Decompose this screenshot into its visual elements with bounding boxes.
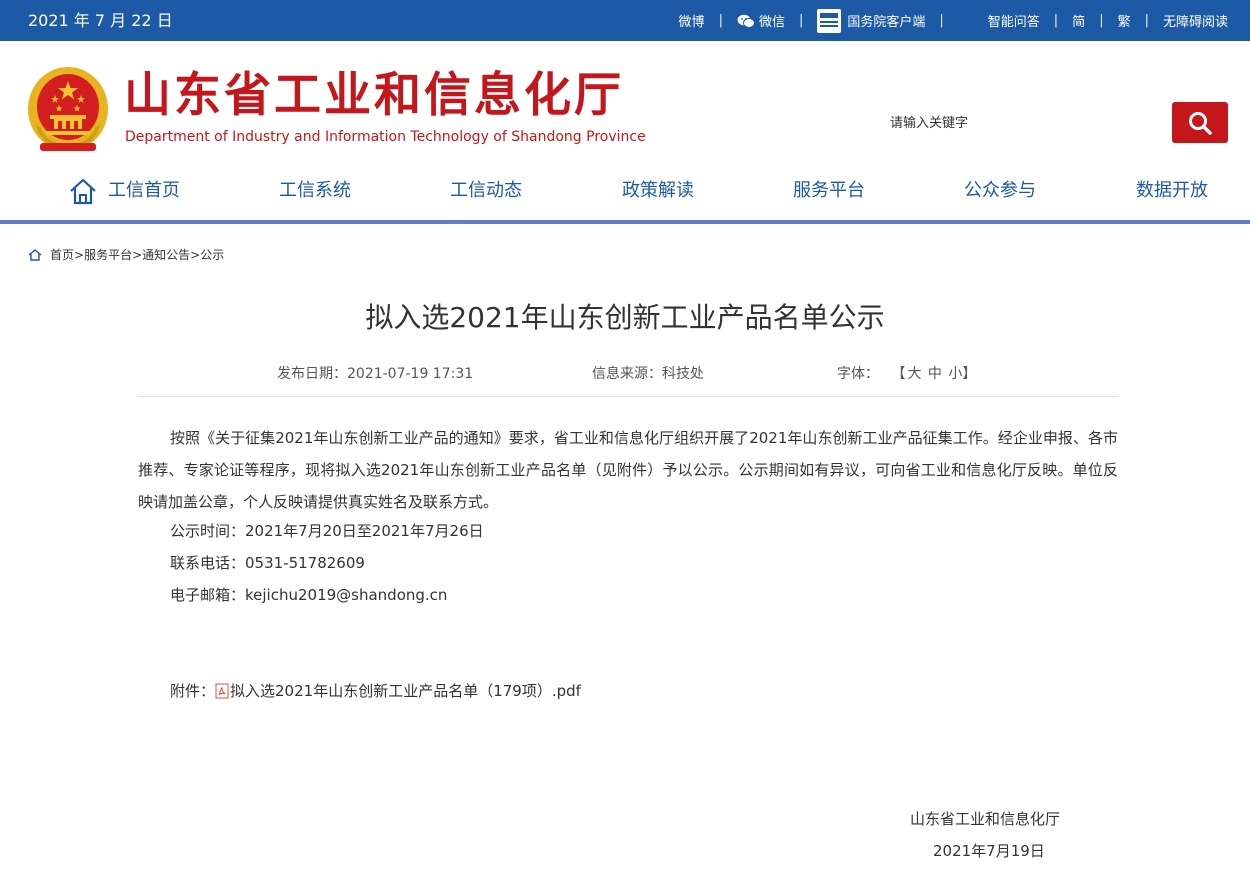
breadcrumb-home[interactable]: 首页 xyxy=(50,246,74,263)
top-links: 微博 | 微信 | 国务院客户端 | 智能问答 | 简 | 繁 | 无障碍阅读 xyxy=(679,0,1228,41)
bracket-open: 【 xyxy=(891,366,906,382)
bracket-close: 】 xyxy=(962,366,977,382)
smart-qa-link[interactable]: 智能问答 xyxy=(988,11,1040,30)
nav-label: 工信首页 xyxy=(108,180,180,201)
breadcrumb-separator: > xyxy=(132,247,143,262)
breadcrumb-service[interactable]: 服务平台 xyxy=(84,246,132,263)
nav-item-policy[interactable]: 政策解读 xyxy=(622,171,694,211)
separator: | xyxy=(1144,13,1149,28)
nav-item-data[interactable]: 数据开放 xyxy=(1136,171,1208,211)
weibo-link[interactable]: 微博 xyxy=(679,11,705,30)
font-size-label: 字体： xyxy=(837,366,879,382)
gov-client-label: 国务院客户端 xyxy=(847,15,926,30)
source-value: 科技处 xyxy=(662,366,704,382)
simplified-link[interactable]: 简 xyxy=(1072,11,1085,30)
breadcrumb-notices[interactable]: 通知公告 xyxy=(142,246,190,263)
accessible-link[interactable]: 无障碍阅读 xyxy=(1163,11,1228,30)
font-medium-button[interactable]: 中 xyxy=(928,366,942,382)
search-icon xyxy=(1189,112,1212,135)
publish-date-value: 2021-07-19 17:31 xyxy=(347,366,474,382)
publicity-period: 公示时间：2021年7月20日至2021年7月26日 xyxy=(170,522,484,540)
pdf-icon xyxy=(215,683,229,698)
top-bar: 2021 年 7 月 22 日 微博 | 微信 | 国务院客户端 | 智能问答 … xyxy=(0,0,1250,41)
site-subtitle: Department of Industry and Information T… xyxy=(125,129,646,145)
current-date: 2021 年 7 月 22 日 xyxy=(28,11,173,30)
meta-divider xyxy=(138,396,1118,397)
font-small-button[interactable]: 小 xyxy=(948,366,962,382)
search-box xyxy=(880,103,1170,143)
nav-item-home[interactable]: 工信首页 xyxy=(70,171,180,211)
gov-client-link[interactable]: 国务院客户端 xyxy=(817,8,926,33)
nav-item-system[interactable]: 工信系统 xyxy=(279,171,351,211)
breadcrumb: 首页 > 服务平台 > 通知公告 > 公示 xyxy=(28,246,224,263)
gov-client-icon xyxy=(817,8,842,33)
contact-email: 电子邮箱：kejichu2019@shandong.cn xyxy=(170,586,448,604)
breadcrumb-separator: > xyxy=(190,247,201,262)
wechat-icon xyxy=(737,14,755,28)
signature-date: 2021年7月19日 xyxy=(933,842,1045,860)
search-button[interactable] xyxy=(1172,102,1228,143)
separator: | xyxy=(718,13,723,28)
article-body: 按照《关于征集2021年山东创新工业产品的通知》要求，省工业和信息化厅组织开展了… xyxy=(138,429,1118,511)
site-title: 山东省工业和信息化厅 xyxy=(124,68,624,123)
wechat-label: 微信 xyxy=(758,15,785,30)
font-large-button[interactable]: 大 xyxy=(907,366,921,382)
attachment: 附件： 拟入选2021年山东创新工业产品名单（179项）.pdf xyxy=(170,680,581,701)
nav-item-news[interactable]: 工信动态 xyxy=(450,171,522,211)
main-nav: 工信首页 工信系统 工信动态 政策解读 服务平台 公众参与 数据开放 xyxy=(0,171,1250,211)
info-source: 信息来源：科技处 xyxy=(592,363,704,383)
article-title: 拟入选2021年山东创新工业产品名单公示 xyxy=(365,301,885,334)
header-divider xyxy=(0,220,1250,224)
search-input[interactable] xyxy=(880,103,1170,143)
contact-phone: 联系电话：0531-51782609 xyxy=(170,554,365,572)
breadcrumb-publicity[interactable]: 公示 xyxy=(200,246,224,263)
signature-org: 山东省工业和信息化厅 xyxy=(910,810,1061,828)
national-emblem-icon[interactable] xyxy=(26,65,110,153)
nav-item-service[interactable]: 服务平台 xyxy=(793,171,865,211)
traditional-link[interactable]: 繁 xyxy=(1118,11,1131,30)
nav-item-public[interactable]: 公众参与 xyxy=(964,171,1036,211)
separator: | xyxy=(1099,13,1104,28)
separator: | xyxy=(939,13,944,28)
home-icon xyxy=(70,178,96,205)
breadcrumb-home-icon xyxy=(28,248,42,261)
font-size-switcher: 字体： 【大 中 小】 xyxy=(837,363,976,383)
breadcrumb-separator: > xyxy=(74,247,85,262)
separator: | xyxy=(1053,13,1059,28)
attachment-link[interactable]: 拟入选2021年山东创新工业产品名单（179项）.pdf xyxy=(230,680,581,701)
source-label: 信息来源： xyxy=(592,366,662,382)
publish-date-label: 发布日期： xyxy=(277,366,347,382)
attachment-label: 附件： xyxy=(170,682,216,700)
site-header: 山东省工业和信息化厅 Department of Industry and In… xyxy=(0,41,1250,221)
wechat-link[interactable]: 微信 xyxy=(737,11,785,30)
separator: | xyxy=(798,13,804,28)
publish-date: 发布日期：2021-07-19 17:31 xyxy=(277,363,473,383)
